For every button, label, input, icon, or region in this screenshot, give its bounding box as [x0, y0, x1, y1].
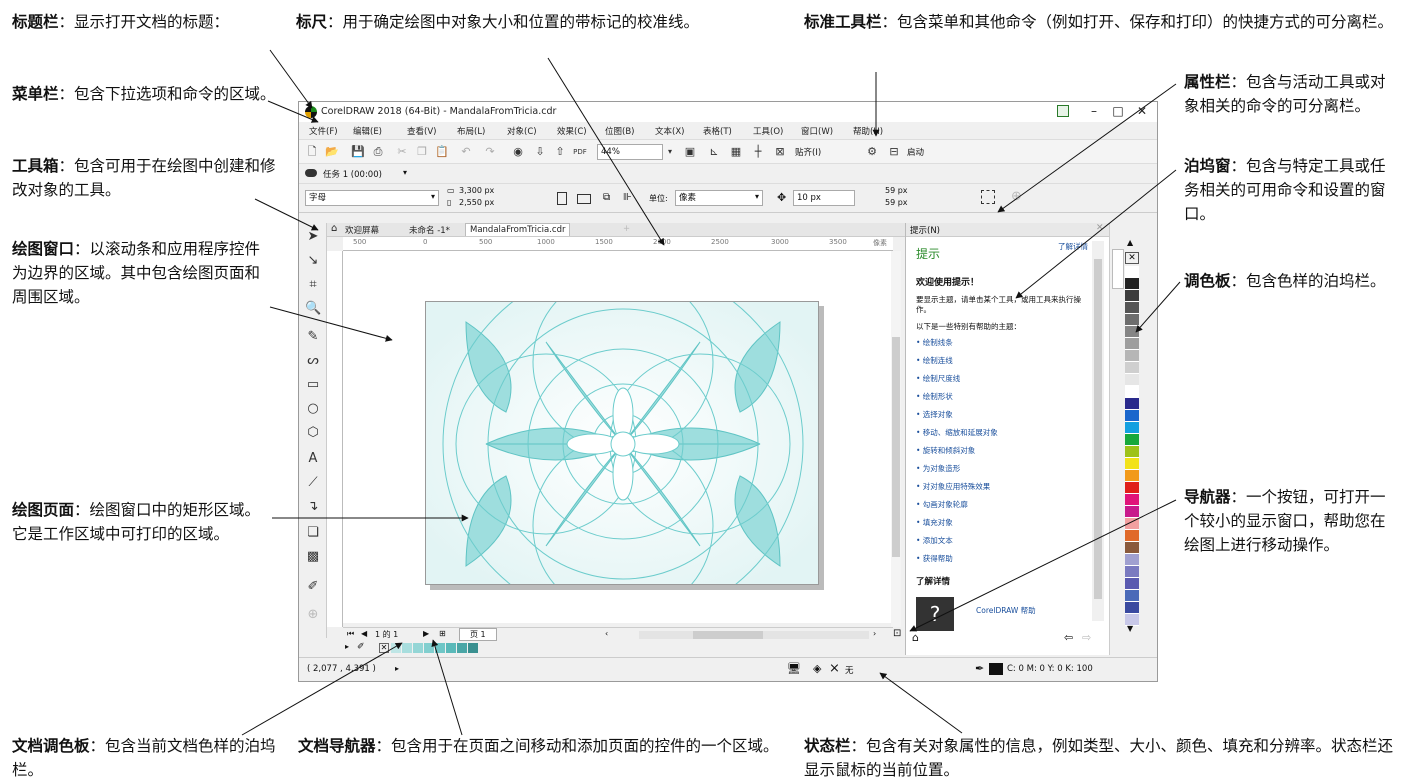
- callout-leader-lines: [241, 49, 1181, 736]
